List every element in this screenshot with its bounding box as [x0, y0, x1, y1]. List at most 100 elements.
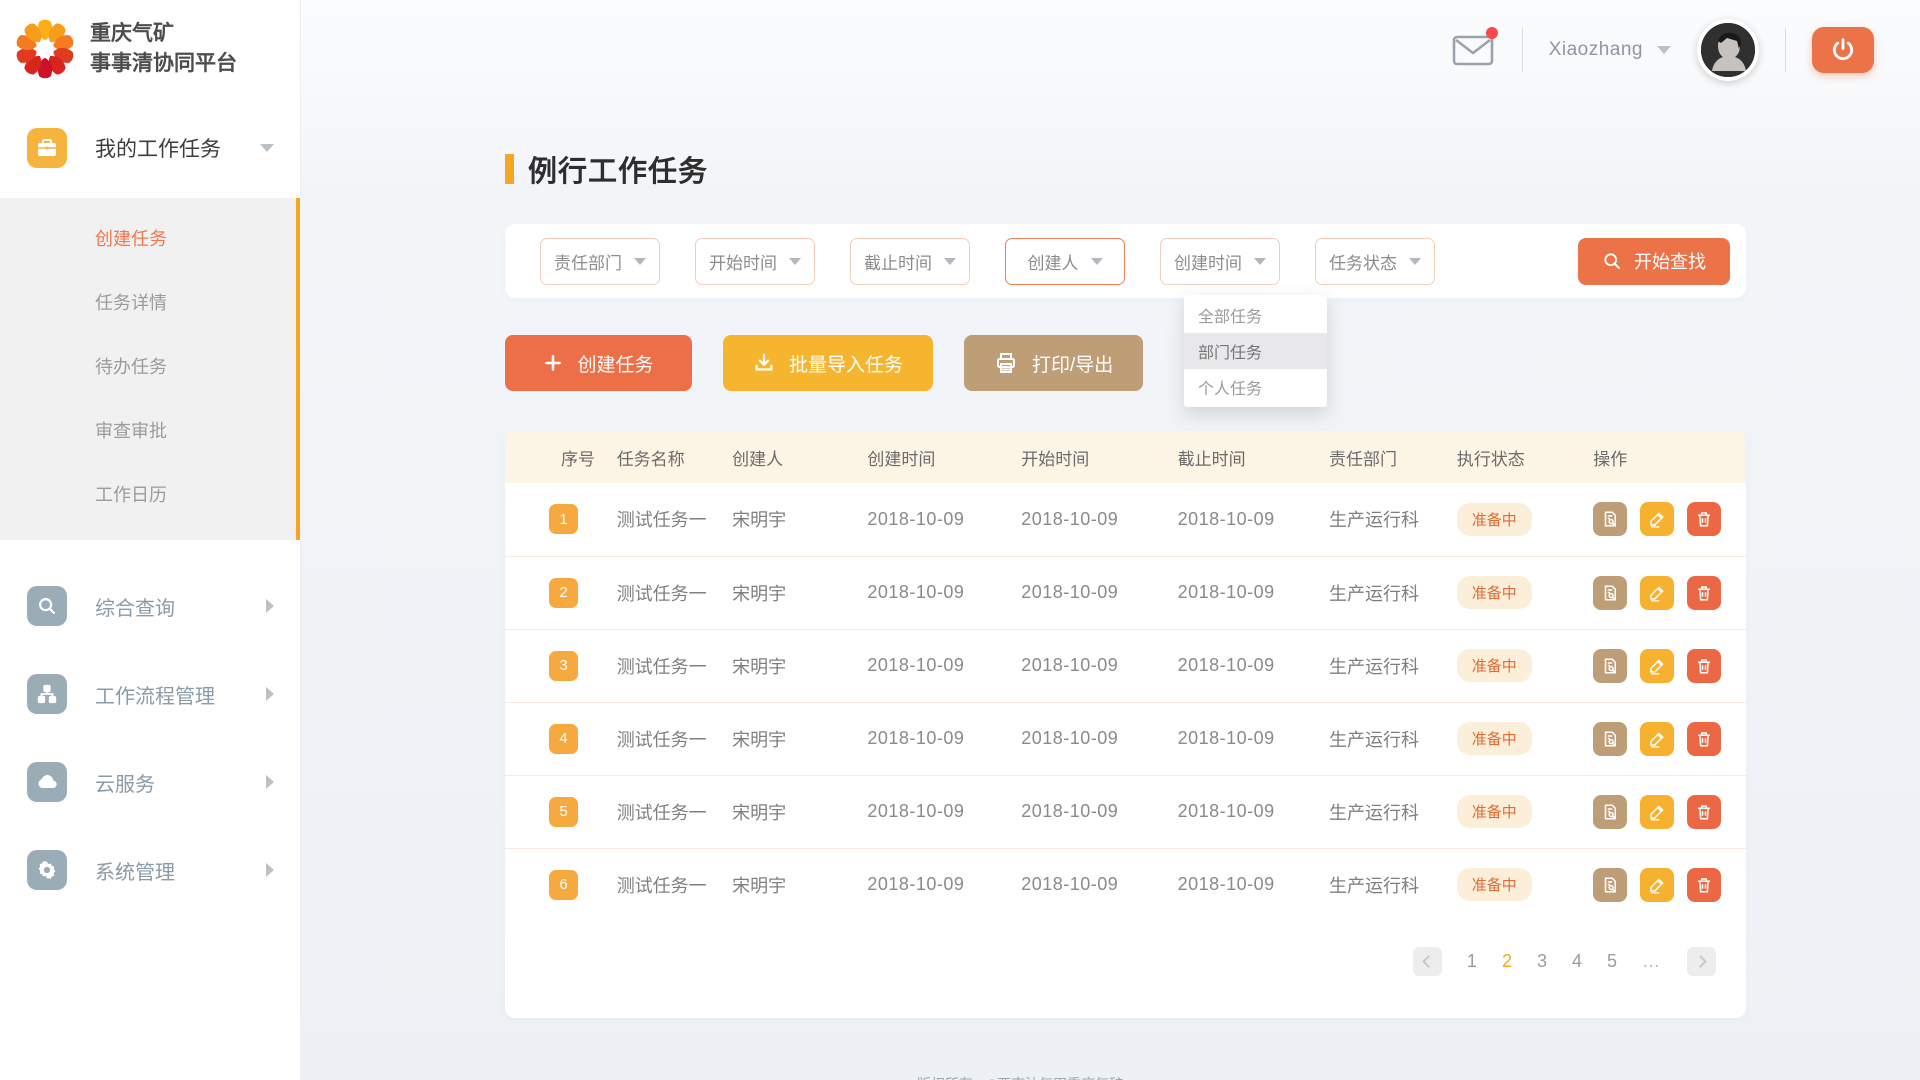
sidebar-item-cloud-services[interactable]: 云服务: [0, 738, 300, 826]
sidebar-item-workflow-management[interactable]: 工作流程管理: [0, 650, 300, 738]
chevron-down-icon: [1254, 258, 1266, 265]
mail-button[interactable]: [1450, 32, 1496, 68]
page-number-1[interactable]: 1: [1467, 951, 1477, 972]
filter-create-time[interactable]: 创建时间: [1160, 238, 1280, 285]
edit-button[interactable]: [1640, 502, 1674, 536]
delete-button[interactable]: [1687, 576, 1721, 610]
chevron-down-icon: [260, 144, 274, 152]
print-export-button[interactable]: 打印/导出: [964, 335, 1143, 391]
task-start: 2018-10-09: [1021, 629, 1177, 702]
edit-button[interactable]: [1640, 649, 1674, 683]
document-search-icon: [1601, 876, 1619, 894]
filter-responsible-department[interactable]: 责任部门: [540, 238, 660, 285]
page-title-text: 例行工作任务: [528, 148, 708, 190]
delete-button[interactable]: [1687, 795, 1721, 829]
filter-label: 任务状态: [1329, 249, 1397, 274]
petrochina-logo-icon: [14, 18, 76, 80]
task-start: 2018-10-09: [1021, 702, 1177, 775]
page-number-3[interactable]: 3: [1537, 951, 1547, 972]
filter-creator[interactable]: 创建人: [1005, 238, 1125, 285]
task-creator: 宋明宇: [732, 775, 867, 848]
submenu-my-tasks: 创建任务 任务详情 待办任务 审查审批 工作日历: [0, 198, 300, 540]
batch-import-button[interactable]: 批量导入任务: [723, 335, 933, 391]
chevron-down-icon: [1657, 46, 1671, 54]
edit-button[interactable]: [1640, 722, 1674, 756]
sidebar-item-my-work-tasks[interactable]: 我的工作任务: [0, 100, 300, 198]
sidebar-nav: 我的工作任务 创建任务 任务详情 待办任务 审查审批 工作日历 综合查询: [0, 100, 300, 914]
search-button[interactable]: 开始查找: [1578, 238, 1730, 285]
view-detail-button[interactable]: [1593, 502, 1627, 536]
title-accent-bar: [505, 154, 514, 184]
task-end: 2018-10-09: [1178, 629, 1329, 702]
table-row: 2 测试任务一 宋明宇 2018-10-09 2018-10-09 2018-1…: [505, 556, 1746, 629]
create-task-button[interactable]: 创建任务: [505, 335, 692, 391]
task-creator: 宋明宇: [732, 848, 867, 921]
sidebar-item-system-management[interactable]: 系统管理: [0, 826, 300, 914]
sidebar-item-work-calendar[interactable]: 工作日历: [0, 462, 300, 526]
edit-button[interactable]: [1640, 868, 1674, 902]
filter-task-status[interactable]: 任务状态: [1315, 238, 1435, 285]
content: 例行工作任务 责任部门 开始时间 截止时间 创建人: [505, 148, 1746, 1080]
task-start: 2018-10-09: [1021, 775, 1177, 848]
page-number-4[interactable]: 4: [1572, 951, 1582, 972]
sidebar-item-todo-tasks[interactable]: 待办任务: [0, 334, 300, 398]
view-detail-button[interactable]: [1593, 722, 1627, 756]
search-icon: [27, 586, 67, 626]
prev-page-button[interactable]: [1413, 947, 1442, 976]
brand: 重庆气矿 事事清协同平台: [0, 0, 300, 100]
main-area: Xiaozhang 例行工作任务: [300, 0, 1920, 1080]
filter-end-time[interactable]: 截止时间: [850, 238, 970, 285]
chevron-right-icon: [1694, 955, 1707, 968]
pencil-icon: [1648, 803, 1666, 821]
delete-button[interactable]: [1687, 868, 1721, 902]
page-number-5[interactable]: 5: [1607, 951, 1617, 972]
task-name: 测试任务一: [617, 629, 732, 702]
dropdown-option-department-tasks[interactable]: 部门任务: [1184, 333, 1327, 369]
delete-button[interactable]: [1687, 502, 1721, 536]
view-detail-button[interactable]: [1593, 868, 1627, 902]
copyright-footer: 版权所有：©西南油气田重庆气矿: [505, 1074, 1535, 1080]
logout-button[interactable]: [1812, 27, 1874, 73]
delete-button[interactable]: [1687, 649, 1721, 683]
user-menu[interactable]: Xiaozhang: [1549, 39, 1671, 61]
view-detail-button[interactable]: [1593, 649, 1627, 683]
edit-button[interactable]: [1640, 795, 1674, 829]
delete-button[interactable]: [1687, 722, 1721, 756]
cloud-icon: [27, 762, 67, 802]
task-name: 测试任务一: [617, 556, 732, 629]
task-created: 2018-10-09: [867, 556, 1021, 629]
printer-icon: [994, 351, 1018, 375]
document-search-icon: [1601, 510, 1619, 528]
avatar[interactable]: [1697, 19, 1759, 81]
document-search-icon: [1601, 657, 1619, 675]
chevron-down-icon: [1091, 258, 1103, 265]
task-end: 2018-10-09: [1178, 848, 1329, 921]
dropdown-option-personal-tasks[interactable]: 个人任务: [1184, 369, 1327, 405]
task-department: 生产运行科: [1329, 848, 1457, 921]
task-end: 2018-10-09: [1178, 775, 1329, 848]
sidebar-item-review-approval[interactable]: 审查审批: [0, 398, 300, 462]
sidebar-item-create-task[interactable]: 创建任务: [0, 206, 300, 270]
pencil-icon: [1648, 510, 1666, 528]
dropdown-option-all-tasks[interactable]: 全部任务: [1184, 297, 1327, 333]
sidebar-item-comprehensive-query[interactable]: 综合查询: [0, 562, 300, 650]
column-exec-status: 执行状态: [1457, 431, 1594, 483]
edit-button[interactable]: [1640, 576, 1674, 610]
row-number-badge: 6: [549, 870, 578, 900]
next-page-button[interactable]: [1687, 947, 1716, 976]
chevron-right-icon: [266, 687, 274, 701]
brand-line1: 重庆气矿: [90, 19, 237, 49]
task-creator: 宋明宇: [732, 556, 867, 629]
view-detail-button[interactable]: [1593, 576, 1627, 610]
chevron-left-icon: [1423, 955, 1436, 968]
pencil-icon: [1648, 657, 1666, 675]
pencil-icon: [1648, 584, 1666, 602]
trash-icon: [1695, 876, 1713, 894]
sidebar-item-task-detail[interactable]: 任务详情: [0, 270, 300, 334]
view-detail-button[interactable]: [1593, 795, 1627, 829]
page-number-2-current[interactable]: 2: [1502, 951, 1512, 972]
document-search-icon: [1601, 584, 1619, 602]
filter-start-time[interactable]: 开始时间: [695, 238, 815, 285]
chevron-down-icon: [1409, 258, 1421, 265]
task-table-card: 序号 任务名称 创建人 创建时间 开始时间 截止时间 责任部门 执行状态 操作: [505, 431, 1746, 1018]
